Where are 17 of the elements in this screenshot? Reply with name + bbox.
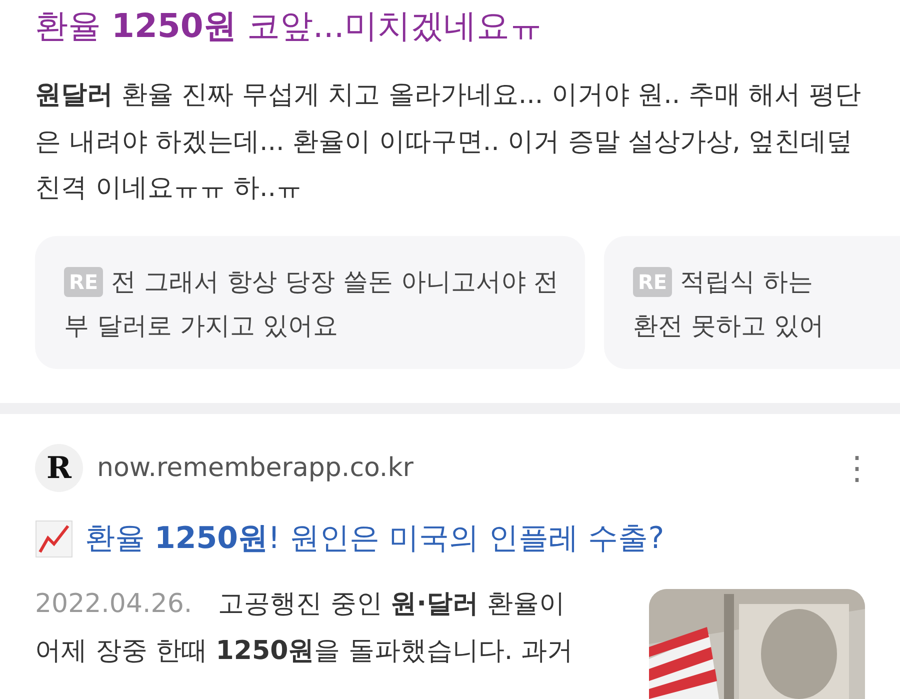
- post-body: 원달러 환율 진짜 무섭게 치고 올라가네요... 이거야 원.. 추매 해서 평단은 내려야 하겠는데... 환율이 이따구면.. 이거 증말 설상가상, 엎친데덮친격 이네요ㅠㅠ 하..ㅠ: [35, 79, 862, 205]
- reply-text: 부 달러로 가지고 있어요: [64, 310, 338, 342]
- reply-text: 전 그래서 항상 당장 쓸돈 아니고서야 전: [111, 266, 559, 298]
- site-favicon: R: [35, 444, 83, 492]
- result-title[interactable]: 환율 1250원! 원인은 미국의 인플레 수출?: [85, 518, 664, 559]
- reply-badge: RE: [633, 266, 672, 296]
- reply-card[interactable]: RE 전 그래서 항상 당장 쓸돈 아니고서야 전 부 달러로 가지고 있어요: [35, 236, 585, 368]
- chart-increasing-icon: [35, 520, 73, 558]
- reply-card[interactable]: RE 적립식 하는 환전 못하고 있어: [604, 236, 900, 368]
- result-snippet: 어제 장중 한때 1250원을 돌파했습니다. 과거: [35, 635, 573, 668]
- site-url[interactable]: now.rememberapp.co.kr: [97, 453, 827, 483]
- post-title[interactable]: 환율 1250원 코앞...미치겠네요ㅠ: [35, 2, 900, 50]
- reply-text: 환전 못하고 있어: [633, 310, 824, 342]
- reply-badge: RE: [64, 266, 104, 296]
- more-menu-button[interactable]: ⋮: [841, 449, 865, 487]
- result-snippet: 2022.04.26. 고공행진 중인 원·달러 환율이: [35, 588, 566, 621]
- reply-text: 적립식 하는: [680, 266, 814, 298]
